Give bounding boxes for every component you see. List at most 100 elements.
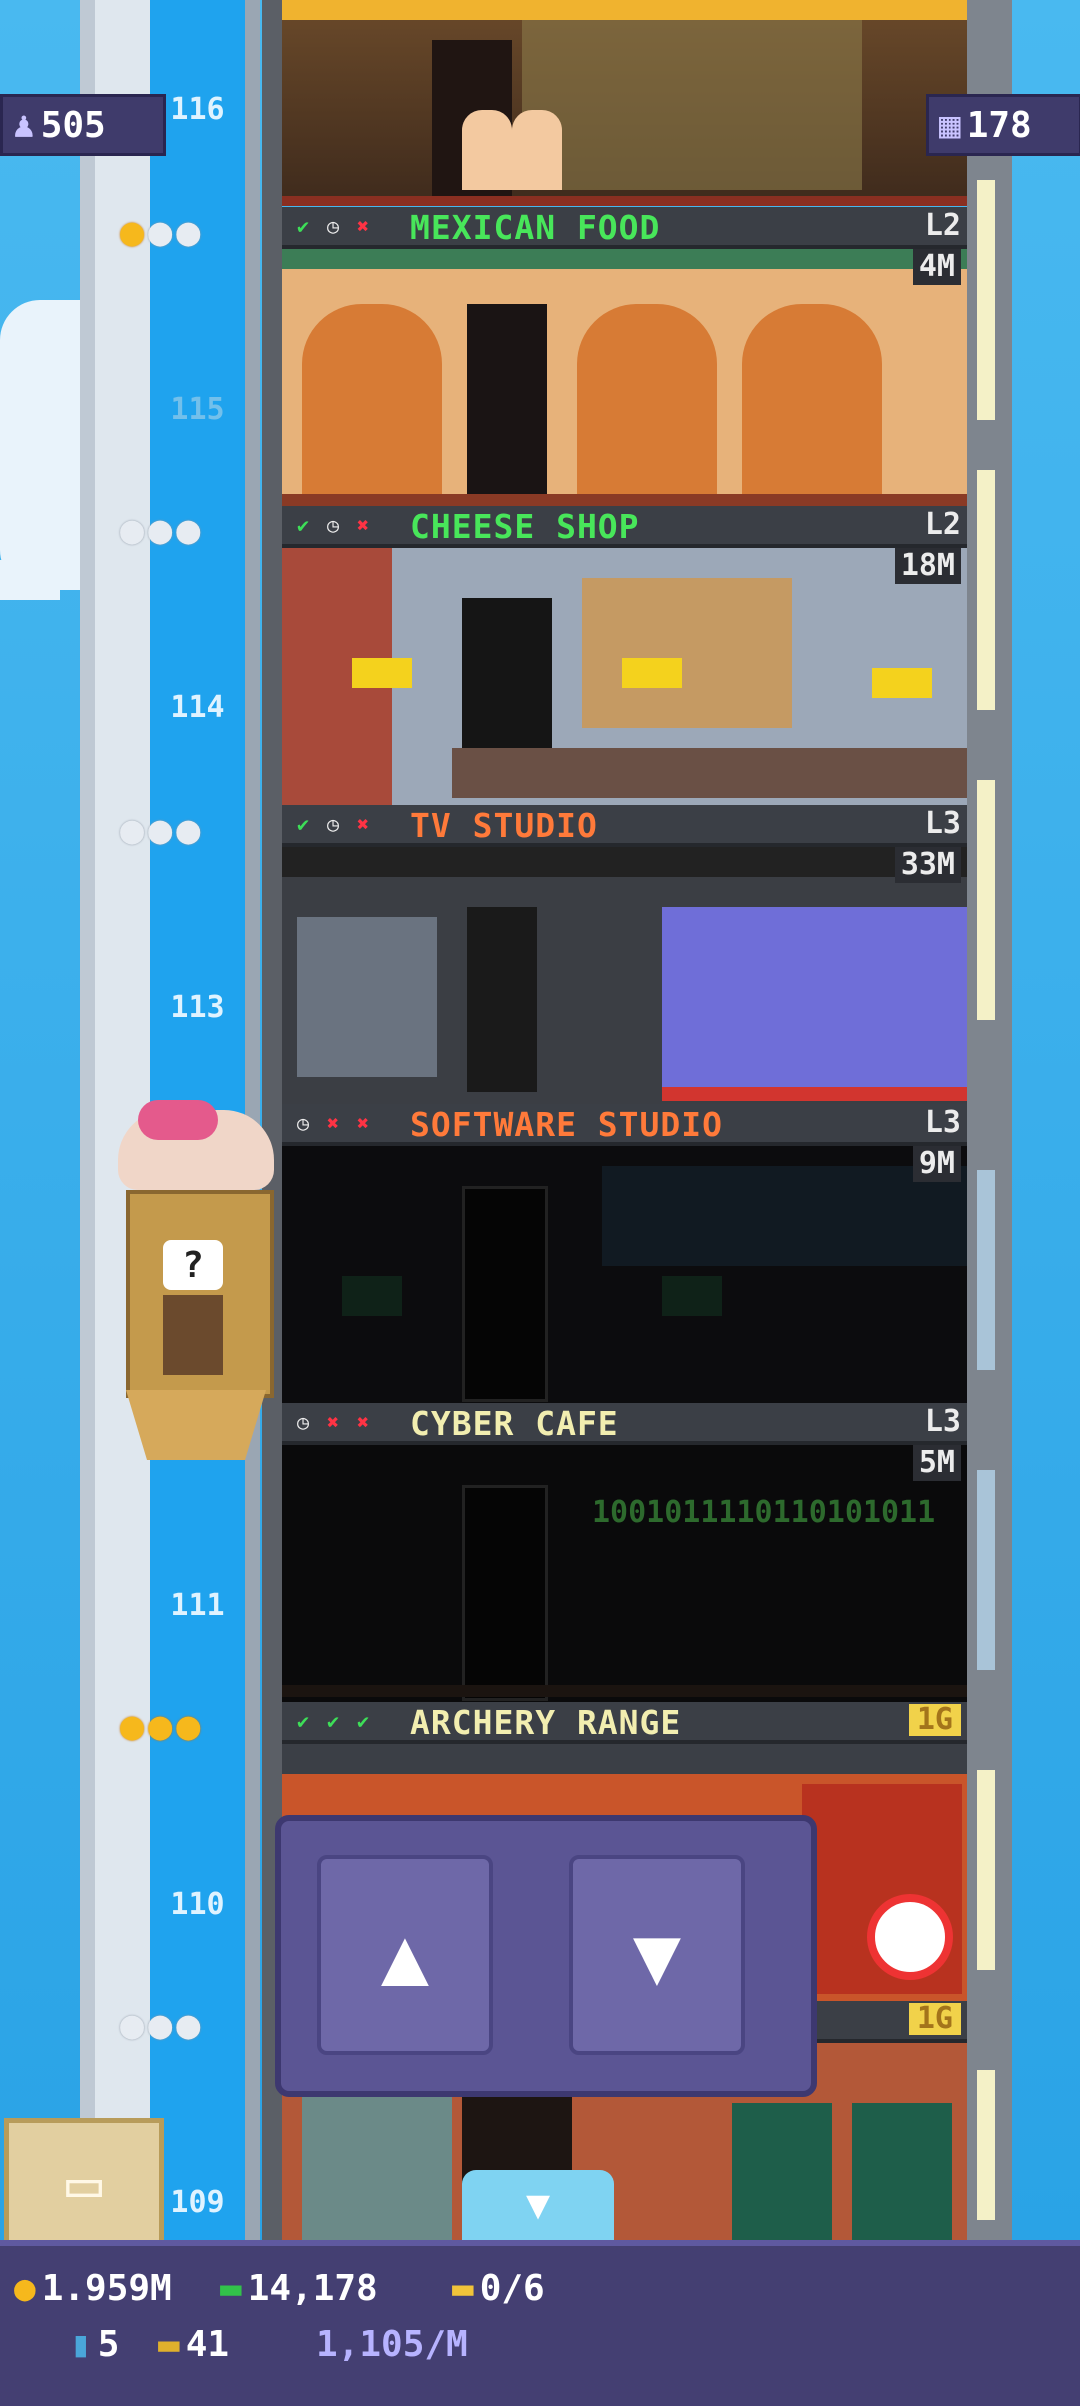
floor-name: MEXICAN FOOD xyxy=(410,208,661,247)
check-icon: ✔ xyxy=(296,214,310,238)
clock-icon: ◷ xyxy=(326,214,340,238)
star-icon: ● xyxy=(176,209,201,255)
ticket-icon: ▬ xyxy=(452,2268,474,2309)
x-icon: ✖ xyxy=(356,1410,370,1434)
clock-icon: ◷ xyxy=(326,812,340,836)
floor-worth: 33M xyxy=(894,847,961,883)
elevator-up-button[interactable]: ▲ xyxy=(317,1855,493,2055)
floors-counter[interactable]: ▦ 178 xyxy=(926,94,1080,156)
down-arrow-icon: ▼ xyxy=(632,1908,682,2002)
keys-value: 5 xyxy=(97,2324,120,2365)
check-icon: ✔ xyxy=(326,1709,340,1733)
floor-level: L2 xyxy=(924,208,961,243)
income-rate: 1,105/M xyxy=(316,2324,468,2365)
cloud xyxy=(0,300,80,590)
x-icon: ✖ xyxy=(356,812,370,836)
clock-icon: ◷ xyxy=(326,513,340,537)
floor-name: CYBER CAFE xyxy=(410,1404,619,1443)
clock-icon: ◷ xyxy=(296,1410,310,1434)
floor-worth: 5M xyxy=(912,1445,961,1481)
tickets-stat[interactable]: ▬ 0/6 xyxy=(452,2268,545,2309)
x-icon: ✖ xyxy=(326,1111,340,1135)
room-scene xyxy=(282,1146,967,1403)
floor-label-bar: ✔ ◷ ✖ CHEESE SHOP L2 xyxy=(282,506,967,548)
floor-tv-studio[interactable]: ✔ ◷ ✖ TV STUDIO L3 33M xyxy=(282,805,967,1104)
x-icon: ✖ xyxy=(326,1410,340,1434)
elevator-nav-panel: ▲ ▼ xyxy=(275,1815,817,2097)
star-icon: ● xyxy=(148,2002,173,2048)
tower-right-wall xyxy=(967,0,1012,2240)
clock-icon: ◷ xyxy=(296,1111,310,1135)
check-icon: ✔ xyxy=(356,1709,370,1733)
star-icon: ● xyxy=(120,1703,145,1749)
star-icon: ● xyxy=(120,807,145,853)
population-counter[interactable]: ♟ 505 xyxy=(0,94,166,156)
vip-value: 41 xyxy=(185,2324,230,2365)
bottom-status-bar: ● 1.959M ▬ 14,178 ▬ 0/6 ▮ 5 ▬ 41 1,105/M xyxy=(0,2240,1080,2406)
room-scene: 1001011110110101011 xyxy=(282,1445,967,1702)
vip-ticket-icon: ▬ xyxy=(158,2324,180,2365)
check-icon: ✔ xyxy=(296,812,310,836)
floor-star-rating: ● ● ● xyxy=(120,1704,200,1748)
star-icon: ● xyxy=(120,2002,145,2048)
cloud xyxy=(0,560,60,600)
check-icon: ✔ xyxy=(296,1709,310,1733)
floor-worth: 9M xyxy=(912,1146,961,1182)
floor-number: 114 xyxy=(170,690,225,725)
star-icon: ● xyxy=(120,507,145,553)
check-icon: ✔ xyxy=(296,513,310,537)
floor-worth: 4M xyxy=(912,249,961,285)
star-icon: ● xyxy=(148,209,173,255)
floor-number: 110 xyxy=(170,1887,225,1922)
floor-cyber-cafe[interactable]: ◷ ✖ ✖ CYBER CAFE L3 1001011110110101011 … xyxy=(282,1403,967,1702)
box-icon: ▭ xyxy=(65,2149,103,2219)
star-icon: ● xyxy=(176,1703,201,1749)
key-icon: ▮ xyxy=(70,2324,92,2365)
floor-cheese-shop[interactable]: ✔ ◷ ✖ CHEESE SHOP L2 18M xyxy=(282,506,967,805)
floor-label-bar: ◷ ✖ ✖ SOFTWARE STUDIO L3 xyxy=(282,1104,967,1146)
floor-number: 115 xyxy=(170,392,225,427)
star-icon: ● xyxy=(176,507,201,553)
up-arrow-icon: ▲ xyxy=(380,1908,430,2002)
scroll-down-button[interactable]: ▼ xyxy=(462,2170,614,2240)
x-icon: ✖ xyxy=(356,513,370,537)
bux-icon: ▬ xyxy=(220,2268,242,2309)
elevator-car[interactable]: ? xyxy=(118,1100,274,1470)
keys-stat[interactable]: ▮ 5 xyxy=(70,2324,119,2365)
floor-name: TV STUDIO xyxy=(410,806,598,845)
tickets-value: 0/6 xyxy=(479,2268,545,2309)
coin-icon: ● xyxy=(14,2268,36,2309)
vip-stat[interactable]: ▬ 41 xyxy=(158,2324,229,2365)
floor-number: 111 xyxy=(170,1588,225,1623)
floor-level: L3 xyxy=(924,1105,961,1140)
income-rate-value: 1,105/M xyxy=(316,2324,468,2365)
floors-value: 178 xyxy=(966,104,1032,146)
coins-stat[interactable]: ● 1.959M xyxy=(14,2268,172,2309)
bux-stat[interactable]: ▬ 14,178 xyxy=(220,2268,378,2309)
building-icon: ▦ xyxy=(939,104,961,146)
room-scene xyxy=(282,847,967,1104)
floor-116-scene[interactable] xyxy=(282,0,967,206)
floor-level: L3 xyxy=(924,806,961,841)
floor-label-bar: ✔ ◷ ✖ MEXICAN FOOD L2 xyxy=(282,207,967,249)
room-scene xyxy=(282,249,967,506)
bux-value: 14,178 xyxy=(247,2268,378,2309)
star-icon: ● xyxy=(120,209,145,255)
floor-label-bar: ◷ ✖ ✖ CYBER CAFE L3 xyxy=(282,1403,967,1445)
floor-software-studio[interactable]: ◷ ✖ ✖ SOFTWARE STUDIO L3 9M xyxy=(282,1104,967,1403)
floor-level: L2 xyxy=(924,507,961,542)
elevator-down-button[interactable]: ▼ xyxy=(569,1855,745,2055)
floor-mexican-food[interactable]: ✔ ◷ ✖ MEXICAN FOOD L2 4M xyxy=(282,207,967,506)
storage-box-button[interactable]: ▭ xyxy=(4,2118,164,2250)
floor-name: ARCHERY RANGE xyxy=(410,1703,682,1742)
floor-name: CHEESE SHOP xyxy=(410,507,640,546)
star-icon: ● xyxy=(148,1703,173,1749)
room-scene xyxy=(282,548,967,805)
floor-star-rating: ● ● ● xyxy=(120,808,200,852)
person-icon: ♟ xyxy=(13,104,35,146)
star-icon: ● xyxy=(176,807,201,853)
floor-label-bar: ✔ ✔ ✔ ARCHERY RANGE 1G xyxy=(282,1702,967,1744)
floor-star-rating: ● ● ● xyxy=(120,210,200,254)
floor-number: 113 xyxy=(170,990,225,1025)
chevron-down-icon: ▼ xyxy=(525,2182,551,2228)
